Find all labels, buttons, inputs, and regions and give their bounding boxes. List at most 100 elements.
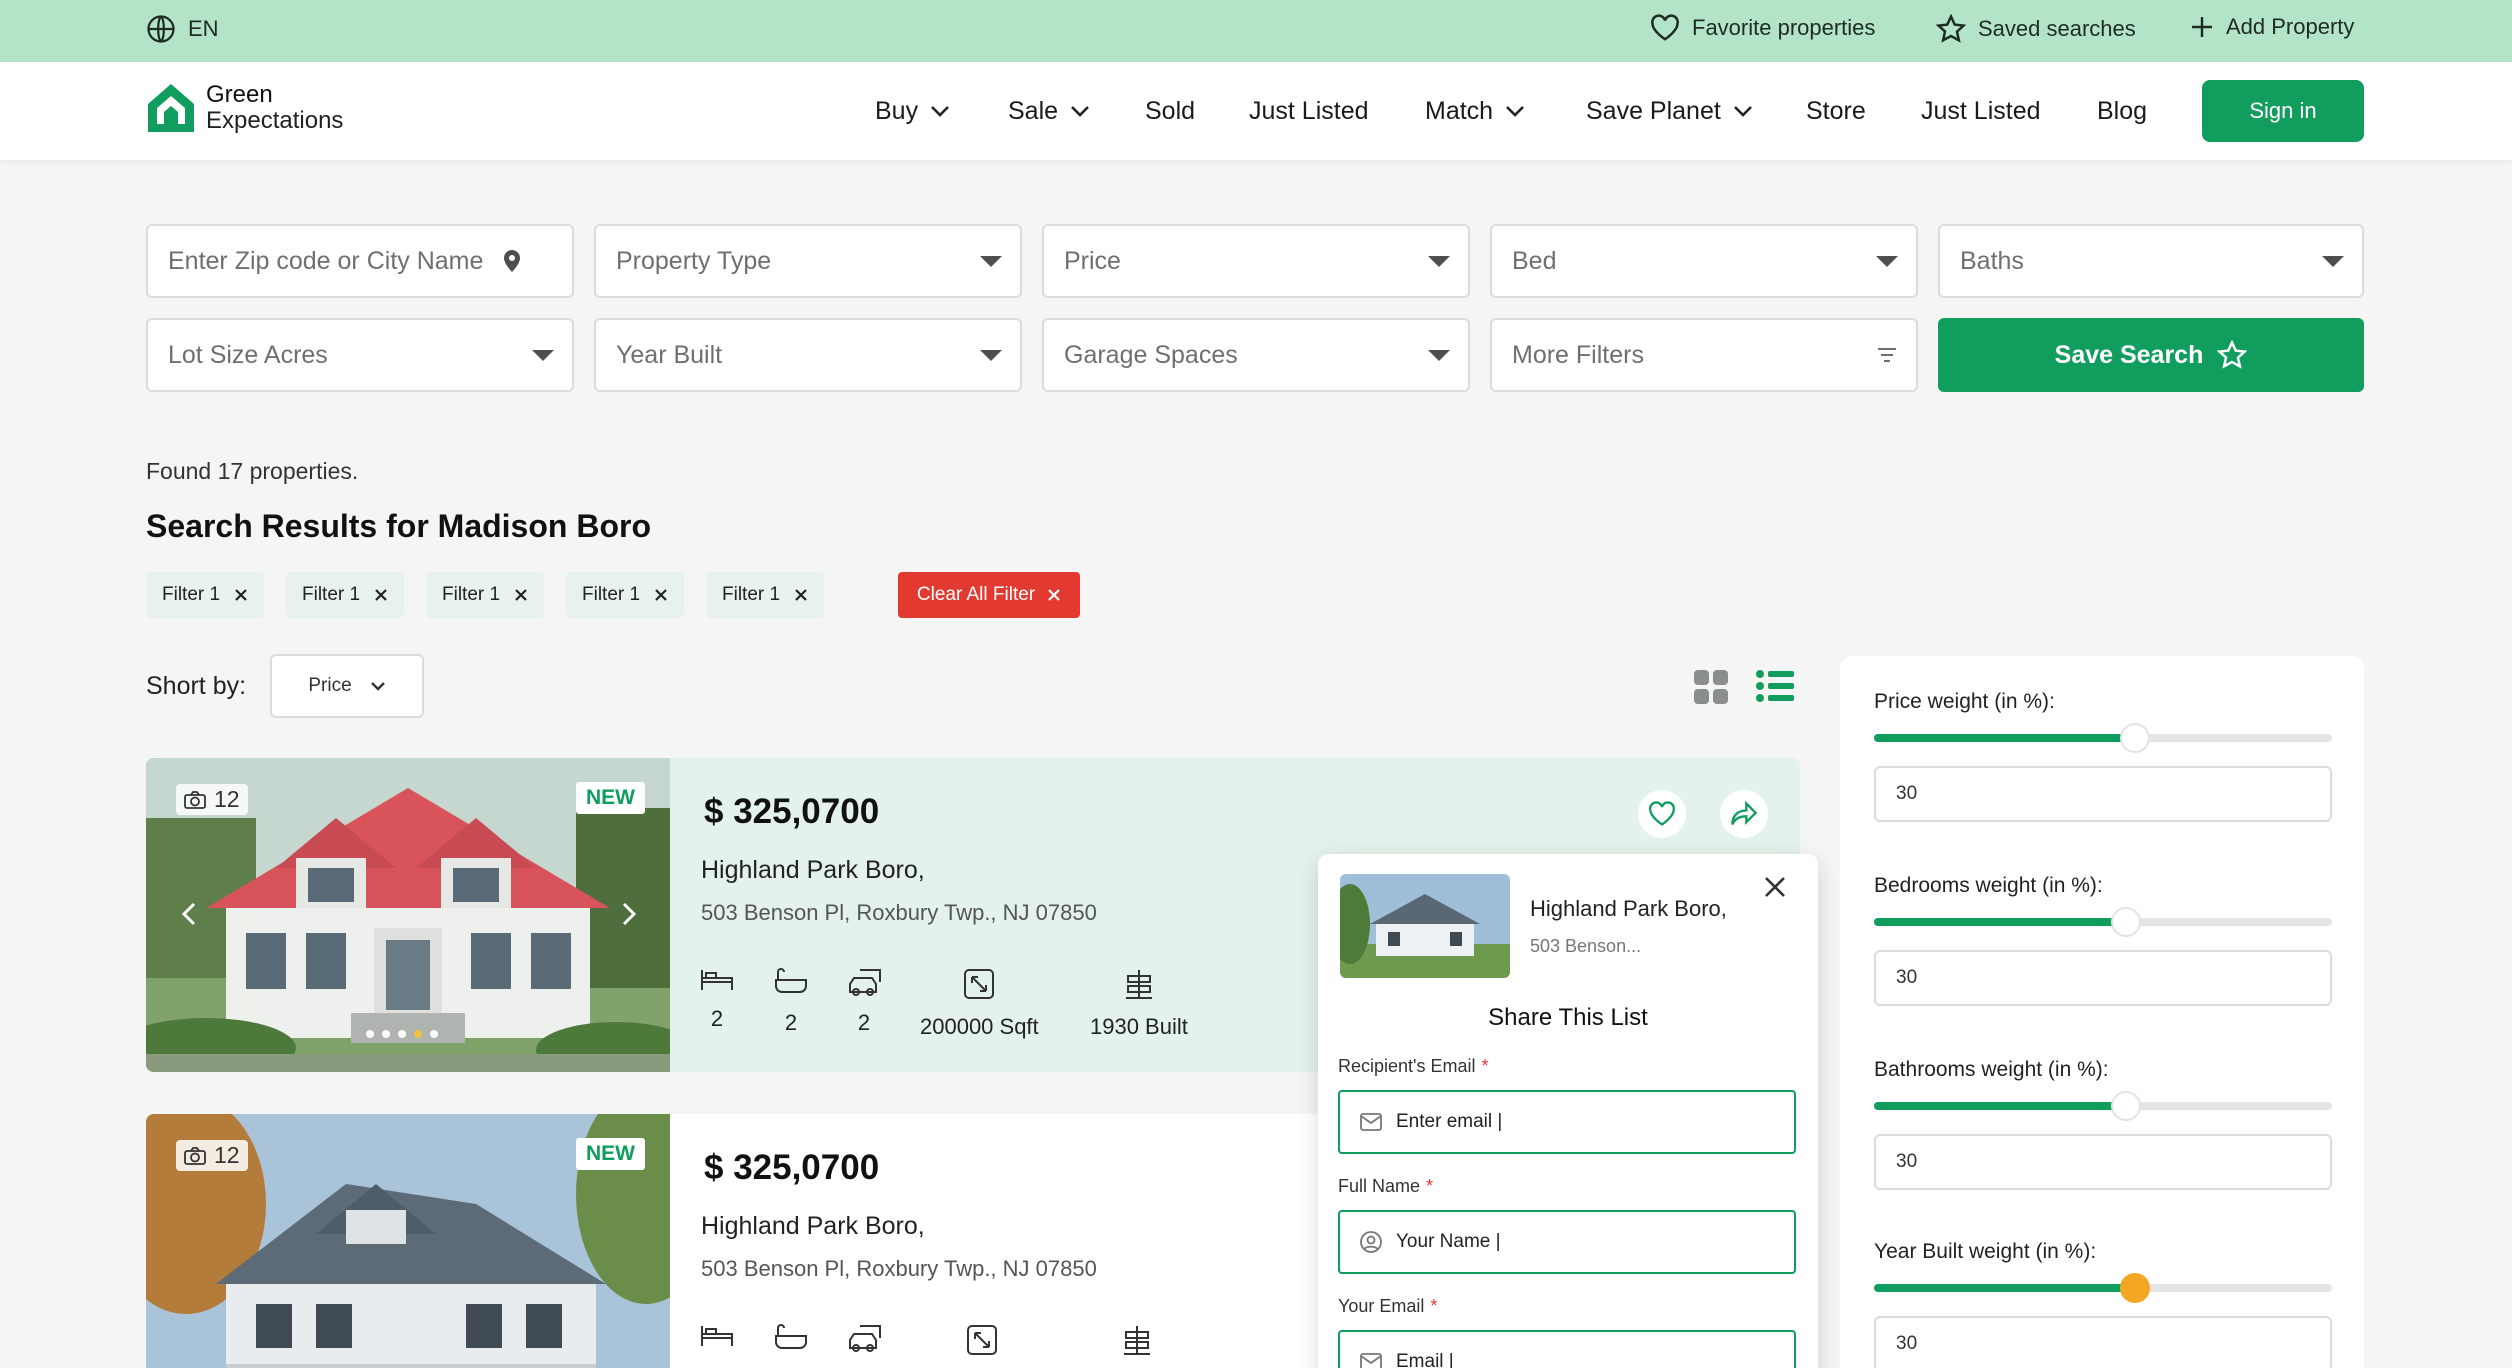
more-filters-button[interactable]: More Filters <box>1490 318 1918 392</box>
nav-item-label: Match <box>1425 96 1494 125</box>
house-logo-icon <box>148 84 194 132</box>
nav-item-store[interactable]: Store <box>1806 96 1866 126</box>
recipient-email-input[interactable]: Enter email | <box>1338 1090 1796 1154</box>
slider-handle[interactable] <box>2120 723 2151 753</box>
share-button[interactable] <box>1720 790 1768 838</box>
nav-item-blog[interactable]: Blog <box>2097 96 2147 126</box>
filter-chip[interactable]: Filter 1 <box>146 572 265 618</box>
chevron-left-icon[interactable] <box>182 902 196 926</box>
price-select[interactable]: Price <box>1042 224 1470 298</box>
save-search-button[interactable]: Save Search <box>1938 318 2364 392</box>
brand-name-line1: Green <box>206 81 273 108</box>
close-icon[interactable] <box>234 588 248 602</box>
user-circle-icon <box>1360 1231 1382 1253</box>
your-email-label: Your Email * <box>1338 1296 1437 1317</box>
filter-chip[interactable]: Filter 1 <box>426 572 545 618</box>
lot-size-label: Lot Size Acres <box>168 340 328 369</box>
list-view-toggle[interactable] <box>1756 670 1794 702</box>
year-built-select[interactable]: Year Built <box>594 318 1022 392</box>
house-thumbnail-image <box>1340 874 1510 978</box>
favorite-properties-label: Favorite properties <box>1692 15 1876 40</box>
close-icon[interactable] <box>794 588 808 602</box>
top-bar: EN Favorite properties Saved searches Ad… <box>0 0 2512 62</box>
nav-item-sale[interactable]: Sale <box>1008 96 1090 126</box>
filter-chip-label: Filter 1 <box>722 584 781 605</box>
close-icon[interactable] <box>1764 876 1786 898</box>
nav-item-buy[interactable]: Buy <box>875 96 950 126</box>
slider-handle-active[interactable] <box>2120 1273 2151 1303</box>
close-icon[interactable] <box>654 588 668 602</box>
share-arrow-icon <box>1731 801 1758 825</box>
baths-select[interactable]: Baths <box>1938 224 2364 298</box>
location-input[interactable]: Enter Zip code or City Name <box>146 224 574 298</box>
nav-item-just-listed-2[interactable]: Just Listed <box>1921 96 2041 126</box>
favorite-properties-link[interactable]: Favorite properties <box>1650 14 1875 42</box>
price-weight-input[interactable]: 30 <box>1874 766 2332 822</box>
bed-select[interactable]: Bed <box>1490 224 1918 298</box>
garage-spaces-select[interactable]: Garage Spaces <box>1042 318 1470 392</box>
caret-down-icon <box>1428 255 1450 267</box>
sort-select[interactable]: Price <box>270 654 424 718</box>
year-built-feature <box>1122 1324 1152 1356</box>
star-icon <box>1936 14 1966 43</box>
bedrooms-weight-slider[interactable] <box>1874 907 2332 937</box>
slider-handle[interactable] <box>2110 907 2141 937</box>
slider-fill <box>1874 1284 2136 1292</box>
slider-handle[interactable] <box>2110 1091 2141 1121</box>
property-type-select[interactable]: Property Type <box>594 224 1022 298</box>
beds-feature <box>700 1324 734 1348</box>
your-email-input[interactable]: Email | <box>1338 1330 1796 1368</box>
add-property-link[interactable]: Add Property <box>2190 14 2354 40</box>
share-heading: Share This List <box>1488 1004 1648 1031</box>
nav-item-just-listed[interactable]: Just Listed <box>1249 96 1369 126</box>
globe-icon <box>147 15 175 43</box>
sqft-value: 200000 Sqft <box>920 1014 1039 1039</box>
full-name-input[interactable]: Your Name | <box>1338 1210 1796 1274</box>
nav-item-sold[interactable]: Sold <box>1145 96 1195 126</box>
your-email-value: Email | <box>1396 1351 1454 1368</box>
filter-chip-label: Filter 1 <box>302 584 361 605</box>
filter-chip[interactable]: Filter 1 <box>566 572 685 618</box>
bathrooms-weight-slider[interactable] <box>1874 1091 2332 1121</box>
clear-all-filter-button[interactable]: Clear All Filter <box>898 572 1080 618</box>
bedrooms-weight-label: Bedrooms weight (in %): <box>1874 874 2103 897</box>
recipient-email-value: Enter email | <box>1396 1111 1503 1132</box>
lot-size-select[interactable]: Lot Size Acres <box>146 318 574 392</box>
price-label: Price <box>1064 246 1121 275</box>
listing-address: 503 Benson Pl, Roxbury Twp., NJ 07850 <box>701 1256 1097 1281</box>
filter-chip[interactable]: Filter 1 <box>286 572 405 618</box>
language-selector[interactable]: EN <box>146 14 219 44</box>
caret-down-icon <box>532 349 554 361</box>
year-built-weight-slider[interactable] <box>1874 1273 2332 1303</box>
sign-in-button[interactable]: Sign in <box>2202 80 2364 142</box>
close-icon[interactable] <box>514 588 528 602</box>
building-icon <box>1124 1326 1150 1355</box>
price-weight-slider[interactable] <box>1874 723 2332 753</box>
beds-value: 2 <box>710 1006 724 1031</box>
save-search-label: Save Search <box>2054 340 2204 369</box>
chevron-down-icon <box>370 682 385 691</box>
nav-item-match[interactable]: Match <box>1425 96 1525 126</box>
brand-name-line2: Expectations <box>206 107 344 134</box>
close-icon[interactable] <box>374 588 388 602</box>
nav-item-save-planet[interactable]: Save Planet <box>1586 96 1753 126</box>
favorite-button[interactable] <box>1638 790 1686 838</box>
nav-item-label: Just Listed <box>1249 96 1369 125</box>
nav-item-label: Sold <box>1145 96 1196 125</box>
building-icon <box>1125 970 1152 999</box>
filter-chip[interactable]: Filter 1 <box>706 572 825 618</box>
grid-view-toggle[interactable] <box>1694 670 1728 704</box>
listing-photo[interactable]: 12 NEW <box>146 1114 670 1368</box>
year-built-weight-input[interactable]: 30 <box>1874 1316 2332 1368</box>
bathrooms-weight-input[interactable]: 30 <box>1874 1134 2332 1190</box>
brand-logo[interactable]: Green Expectations <box>146 82 343 134</box>
year-built-value: 1930 Built <box>1090 1014 1188 1039</box>
listing-photo[interactable]: 12 NEW <box>146 758 670 1072</box>
bedrooms-weight-input[interactable]: 30 <box>1874 950 2332 1006</box>
caret-down-icon <box>980 255 1002 267</box>
photo-count: 12 <box>214 1142 240 1168</box>
saved-searches-link[interactable]: Saved searches <box>1936 14 2136 44</box>
bathtub-icon <box>775 1324 807 1349</box>
chevron-right-icon[interactable] <box>622 902 636 926</box>
listing-price: $ 325,0700 <box>704 792 880 831</box>
